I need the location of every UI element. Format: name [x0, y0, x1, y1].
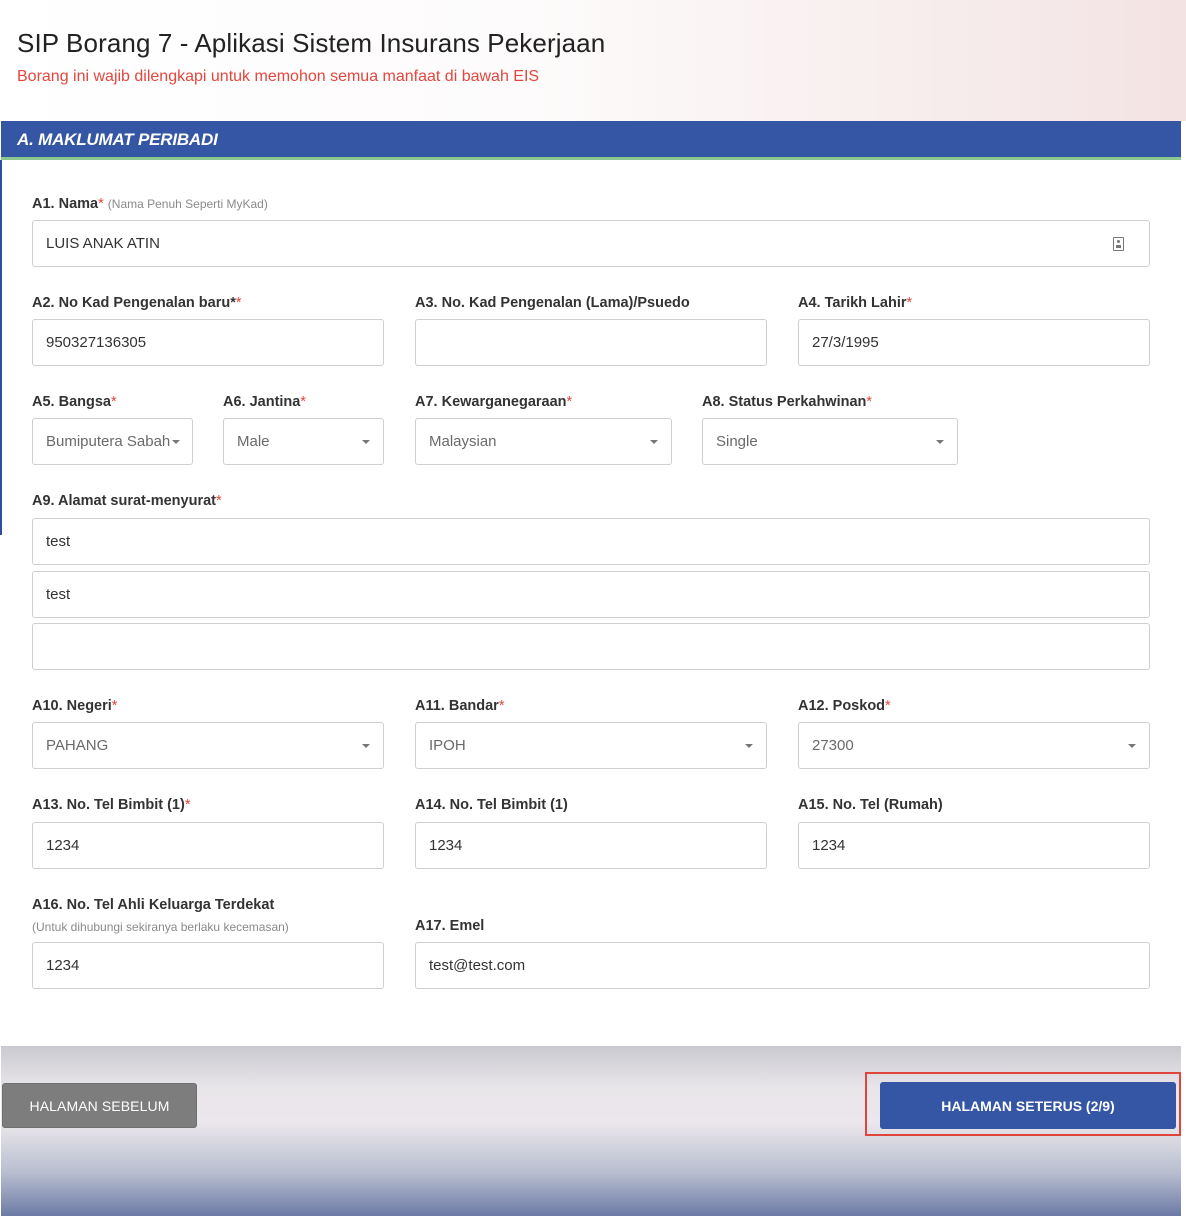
- race-select[interactable]: Bumiputera Sabah: [32, 418, 193, 465]
- chevron-down-icon: [362, 744, 370, 748]
- required-marker: *: [498, 698, 505, 714]
- a17-label: A17. Emel: [415, 918, 485, 934]
- postcode-select[interactable]: 27300: [798, 722, 1150, 769]
- emergency-phone-input[interactable]: 1234: [32, 942, 384, 989]
- ic-new-input[interactable]: 950327136305: [32, 319, 384, 366]
- mobile-2-input[interactable]: 1234: [415, 822, 767, 869]
- required-marker: *: [235, 295, 242, 311]
- race-value: Bumiputera Sabah: [46, 433, 171, 450]
- chevron-down-icon: [1128, 744, 1136, 748]
- required-marker: *: [866, 394, 873, 410]
- gender-select[interactable]: Male: [223, 418, 384, 465]
- marital-status-value: Single: [716, 433, 758, 450]
- chevron-down-icon: [650, 440, 658, 444]
- a4-label: A4. Tarikh Lahir*: [798, 295, 913, 311]
- required-marker: *: [216, 493, 222, 509]
- nationality-value: Malaysian: [429, 433, 497, 450]
- state-select[interactable]: PAHANG: [32, 722, 384, 769]
- required-marker: *: [98, 196, 104, 212]
- address-line-1-value: test: [46, 533, 71, 550]
- a2-label: A2. No Kad Pengenalan baru**: [32, 295, 242, 311]
- page-header: SIP Borang 7 - Aplikasi Sistem Insurans …: [0, 0, 1186, 121]
- ic-new-value: 950327136305: [46, 334, 147, 351]
- section-header: A. MAKLUMAT PERIBADI: [1, 121, 1181, 160]
- required-marker: *: [111, 698, 118, 714]
- section-title: A. MAKLUMAT PERIBADI: [17, 130, 218, 149]
- a5-label: A5. Bangsa*: [32, 394, 117, 410]
- a11-label: A11. Bandar*: [415, 698, 505, 714]
- chevron-down-icon: [745, 744, 753, 748]
- gender-value: Male: [237, 433, 270, 450]
- a10-label: A10. Negeri*: [32, 698, 118, 714]
- name-value: LUIS ANAK ATIN: [46, 235, 160, 252]
- a7-label: A7. Kewarganegaraan*: [415, 394, 573, 410]
- nationality-select[interactable]: Malaysian: [415, 418, 672, 465]
- page-title: SIP Borang 7 - Aplikasi Sistem Insurans …: [17, 28, 606, 58]
- mobile-1-input[interactable]: 1234: [32, 822, 384, 869]
- a14-label: A14. No. Tel Bimbit (1): [415, 797, 568, 813]
- a6-label: A6. Jantina*: [223, 394, 307, 410]
- mobile-1-value: 1234: [46, 837, 80, 854]
- mobile-2-value: 1234: [429, 837, 463, 854]
- a13-label: A13. No. Tel Bimbit (1)*: [32, 797, 191, 813]
- address-line-1-input[interactable]: test: [32, 518, 1150, 565]
- emergency-phone-value: 1234: [46, 957, 80, 974]
- page-subtitle: Borang ini wajib dilengkapi untuk memoho…: [17, 68, 540, 85]
- required-marker: *: [906, 295, 913, 311]
- birthdate-value: 27/3/1995: [812, 334, 879, 351]
- id-card-icon[interactable]: [1113, 237, 1124, 251]
- a16-hint: (Untuk dihubungi sekiranya berlaku kecem…: [32, 920, 289, 934]
- city-value: IPOH: [429, 737, 466, 754]
- home-phone-input[interactable]: 1234: [798, 822, 1150, 869]
- email-input[interactable]: test@test.com: [415, 942, 1150, 989]
- email-value: test@test.com: [429, 957, 526, 974]
- address-line-3-input[interactable]: [32, 623, 1150, 670]
- a1-label: A1. Nama* (Nama Penuh Seperti MyKad): [32, 196, 268, 212]
- a12-label: A12. Poskod*: [798, 698, 891, 714]
- ic-old-input[interactable]: [415, 319, 767, 366]
- address-line-2-input[interactable]: test: [32, 571, 1150, 618]
- a1-hint: (Nama Penuh Seperti MyKad): [107, 197, 268, 211]
- required-marker: *: [184, 797, 191, 813]
- chevron-down-icon: [172, 440, 180, 444]
- next-page-button[interactable]: HALAMAN SETERUS (2/9): [880, 1082, 1176, 1129]
- birthdate-input[interactable]: 27/3/1995: [798, 319, 1150, 366]
- chevron-down-icon: [936, 440, 944, 444]
- home-phone-value: 1234: [812, 837, 846, 854]
- address-line-2-value: test: [46, 586, 71, 603]
- required-marker: *: [566, 394, 573, 410]
- left-edge-accent: [0, 160, 2, 535]
- postcode-value: 27300: [812, 737, 854, 754]
- name-input[interactable]: LUIS ANAK ATIN: [32, 220, 1150, 267]
- previous-page-button[interactable]: HALAMAN SEBELUM: [2, 1083, 197, 1128]
- a16-label: A16. No. Tel Ahli Keluarga Terdekat: [32, 897, 275, 913]
- a9-label: A9. Alamat surat-menyurat*: [32, 493, 222, 509]
- required-marker: *: [885, 698, 891, 714]
- a3-label: A3. No. Kad Pengenalan (Lama)/Psuedo: [415, 295, 690, 311]
- state-value: PAHANG: [46, 737, 109, 754]
- city-select[interactable]: IPOH: [415, 722, 767, 769]
- required-marker: *: [300, 394, 307, 410]
- marital-status-select[interactable]: Single: [702, 418, 958, 465]
- chevron-down-icon: [362, 440, 370, 444]
- a8-label: A8. Status Perkahwinan*: [702, 394, 873, 410]
- required-marker: *: [110, 394, 117, 410]
- a15-label: A15. No. Tel (Rumah): [798, 797, 943, 813]
